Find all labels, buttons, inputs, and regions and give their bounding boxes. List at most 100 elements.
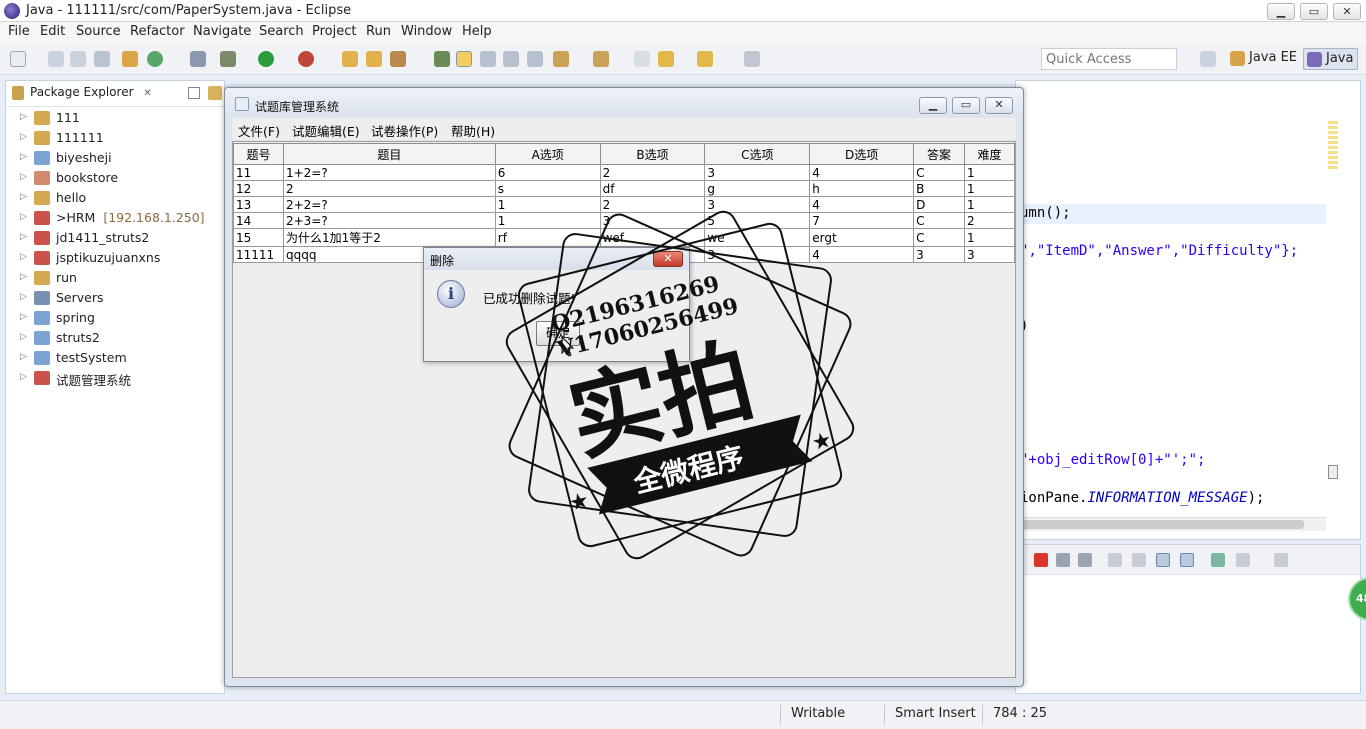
table-cell[interactable]: 3 — [913, 246, 966, 263]
menu-project[interactable]: Project — [312, 24, 356, 39]
last-edit-icon[interactable] — [634, 51, 650, 67]
open-resource-icon[interactable] — [390, 51, 406, 67]
table-cell[interactable]: 2 — [599, 164, 706, 181]
table-cell[interactable]: 11 — [233, 164, 284, 181]
table-cell[interactable]: 1 — [964, 164, 1015, 181]
menu-window[interactable]: Window — [401, 24, 452, 39]
table-row[interactable]: 14 2+3=? 1 3 5 7 C 2 — [233, 212, 1015, 229]
column-header-answer[interactable]: 答案 — [913, 143, 966, 165]
column-header-option-c[interactable]: C选项 — [704, 143, 811, 165]
table-cell[interactable]: 11111 — [233, 246, 284, 263]
open-folder-icon[interactable] — [366, 51, 382, 67]
tree-item-hrm[interactable]: ▷ >HRM [192.168.1.250] — [6, 208, 224, 228]
column-header-difficulty[interactable]: 难度 — [964, 143, 1015, 165]
table-cell[interactable]: 3 — [704, 164, 811, 181]
menu-run[interactable]: Run — [366, 24, 391, 39]
run-icon[interactable] — [258, 51, 274, 67]
table-row[interactable]: 12 2 s df g h B 1 — [233, 180, 1015, 197]
app-minimize-button[interactable]: ▁ — [919, 97, 947, 114]
menu-navigate[interactable]: Navigate — [193, 24, 251, 39]
menu-search[interactable]: Search — [259, 24, 304, 39]
table-cell[interactable]: 4 — [809, 164, 915, 181]
table-cell[interactable]: 2+2=? — [282, 196, 496, 213]
expand-arrow-icon[interactable]: ▷ — [20, 352, 27, 362]
perspective-java-ee[interactable]: Java EE — [1227, 48, 1301, 70]
menu-refactor[interactable]: Refactor — [130, 24, 185, 39]
table-cell[interactable]: we — [704, 228, 811, 247]
table-cell[interactable]: 1+2=? — [282, 164, 496, 181]
table-cell[interactable]: 3 — [704, 246, 811, 263]
close-tab-icon[interactable]: ✕ — [143, 88, 151, 99]
table-cell[interactable]: 2 — [964, 212, 1015, 229]
column-header-option-a[interactable]: A选项 — [494, 143, 601, 165]
menu-paper-ops[interactable]: 试卷操作(P) — [371, 121, 438, 140]
package-icon[interactable] — [122, 51, 138, 67]
perspective-java[interactable]: Java — [1303, 48, 1359, 70]
table-cell[interactable]: 3 — [599, 212, 706, 229]
tree-item-testsystem[interactable]: ▷ testSystem — [6, 348, 224, 368]
clear-console-icon[interactable] — [1108, 553, 1122, 567]
show-stderr-icon[interactable] — [1180, 553, 1194, 567]
tree-item-spring[interactable]: ▷ spring — [6, 308, 224, 328]
expand-arrow-icon[interactable]: ▷ — [20, 212, 27, 222]
show-stdout-icon[interactable] — [1156, 553, 1170, 567]
table-cell[interactable]: D — [913, 196, 966, 213]
horizontal-scrollbar[interactable] — [1016, 517, 1326, 531]
table-cell[interactable]: 5 — [704, 212, 811, 229]
code-editor[interactable]: umn(); ","ItemD","Answer","Difficulty"};… — [1015, 80, 1361, 540]
column-header-option-b[interactable]: B选项 — [599, 143, 706, 165]
tree-item-struts2[interactable]: ▷ struts2 — [6, 328, 224, 348]
save-icon[interactable] — [48, 51, 64, 67]
table-cell[interactable]: rf — [494, 228, 601, 247]
table-cell[interactable]: 2 — [282, 180, 496, 197]
remove-launch-icon[interactable] — [1056, 553, 1070, 567]
table-cell[interactable]: 为什么1加1等于2 — [282, 228, 496, 247]
quick-access-input[interactable] — [1041, 48, 1177, 70]
open-console-icon[interactable] — [1274, 553, 1288, 567]
table-cell[interactable]: C — [913, 164, 966, 181]
table-cell[interactable]: g — [704, 180, 811, 197]
horizontal-scroll-thumb[interactable] — [1018, 520, 1304, 529]
menu-help-cn[interactable]: 帮助(H) — [451, 121, 495, 140]
search-icon[interactable] — [434, 51, 450, 67]
maximize-button[interactable]: ▭ — [1300, 3, 1328, 20]
display-console-icon[interactable] — [1236, 553, 1250, 567]
vertical-scroll-thumb[interactable] — [1328, 465, 1338, 479]
expand-arrow-icon[interactable]: ▷ — [20, 272, 27, 282]
menu-question-edit[interactable]: 试题编辑(E) — [292, 121, 360, 140]
next-annotation-icon[interactable] — [553, 51, 569, 67]
expand-arrow-icon[interactable]: ▷ — [20, 112, 27, 122]
terminate-icon[interactable] — [1034, 553, 1048, 567]
table-cell[interactable]: 15 — [233, 228, 284, 247]
table-cell[interactable]: s — [494, 180, 601, 197]
open-perspective-icon[interactable] — [1200, 51, 1216, 67]
skip-breakpoints-icon[interactable] — [190, 51, 206, 67]
tree-item-run[interactable]: ▷ run — [6, 268, 224, 288]
table-cell[interactable]: 1 — [964, 196, 1015, 213]
tree-item-servers[interactable]: ▷ Servers — [6, 288, 224, 308]
close-button[interactable]: ✕ — [1333, 3, 1361, 20]
tree-item-111[interactable]: ▷ 111 — [6, 108, 224, 128]
table-cell[interactable]: h — [809, 180, 915, 197]
column-header-option-d[interactable]: D选项 — [809, 143, 915, 165]
expand-arrow-icon[interactable]: ▷ — [20, 252, 27, 262]
table-cell[interactable]: wef — [599, 228, 706, 247]
table-row[interactable]: 13 2+2=? 1 2 3 4 D 1 — [233, 196, 1015, 213]
table-cell[interactable]: 1 — [964, 180, 1015, 197]
pin-console-icon[interactable] — [1211, 553, 1225, 567]
table-cell[interactable]: 1 — [494, 196, 601, 213]
open-type-icon[interactable] — [342, 51, 358, 67]
table-cell[interactable]: 6 — [494, 164, 601, 181]
table-cell[interactable]: 3 — [704, 196, 811, 213]
collapse-all-icon[interactable] — [188, 87, 200, 99]
table-cell[interactable]: 13 — [233, 196, 284, 213]
table-cell[interactable]: 12 — [233, 180, 284, 197]
show-whitespace-icon[interactable] — [503, 51, 519, 67]
debug-icon[interactable] — [220, 51, 236, 67]
save-all-icon[interactable] — [70, 51, 86, 67]
tree-item-jd1411-struts2[interactable]: ▷ jd1411_struts2 — [6, 228, 224, 248]
remove-all-icon[interactable] — [1078, 553, 1092, 567]
table-cell[interactable]: C — [913, 212, 966, 229]
table-row[interactable]: 11 1+2=? 6 2 3 4 C 1 — [233, 164, 1015, 181]
menu-help[interactable]: Help — [462, 24, 492, 39]
